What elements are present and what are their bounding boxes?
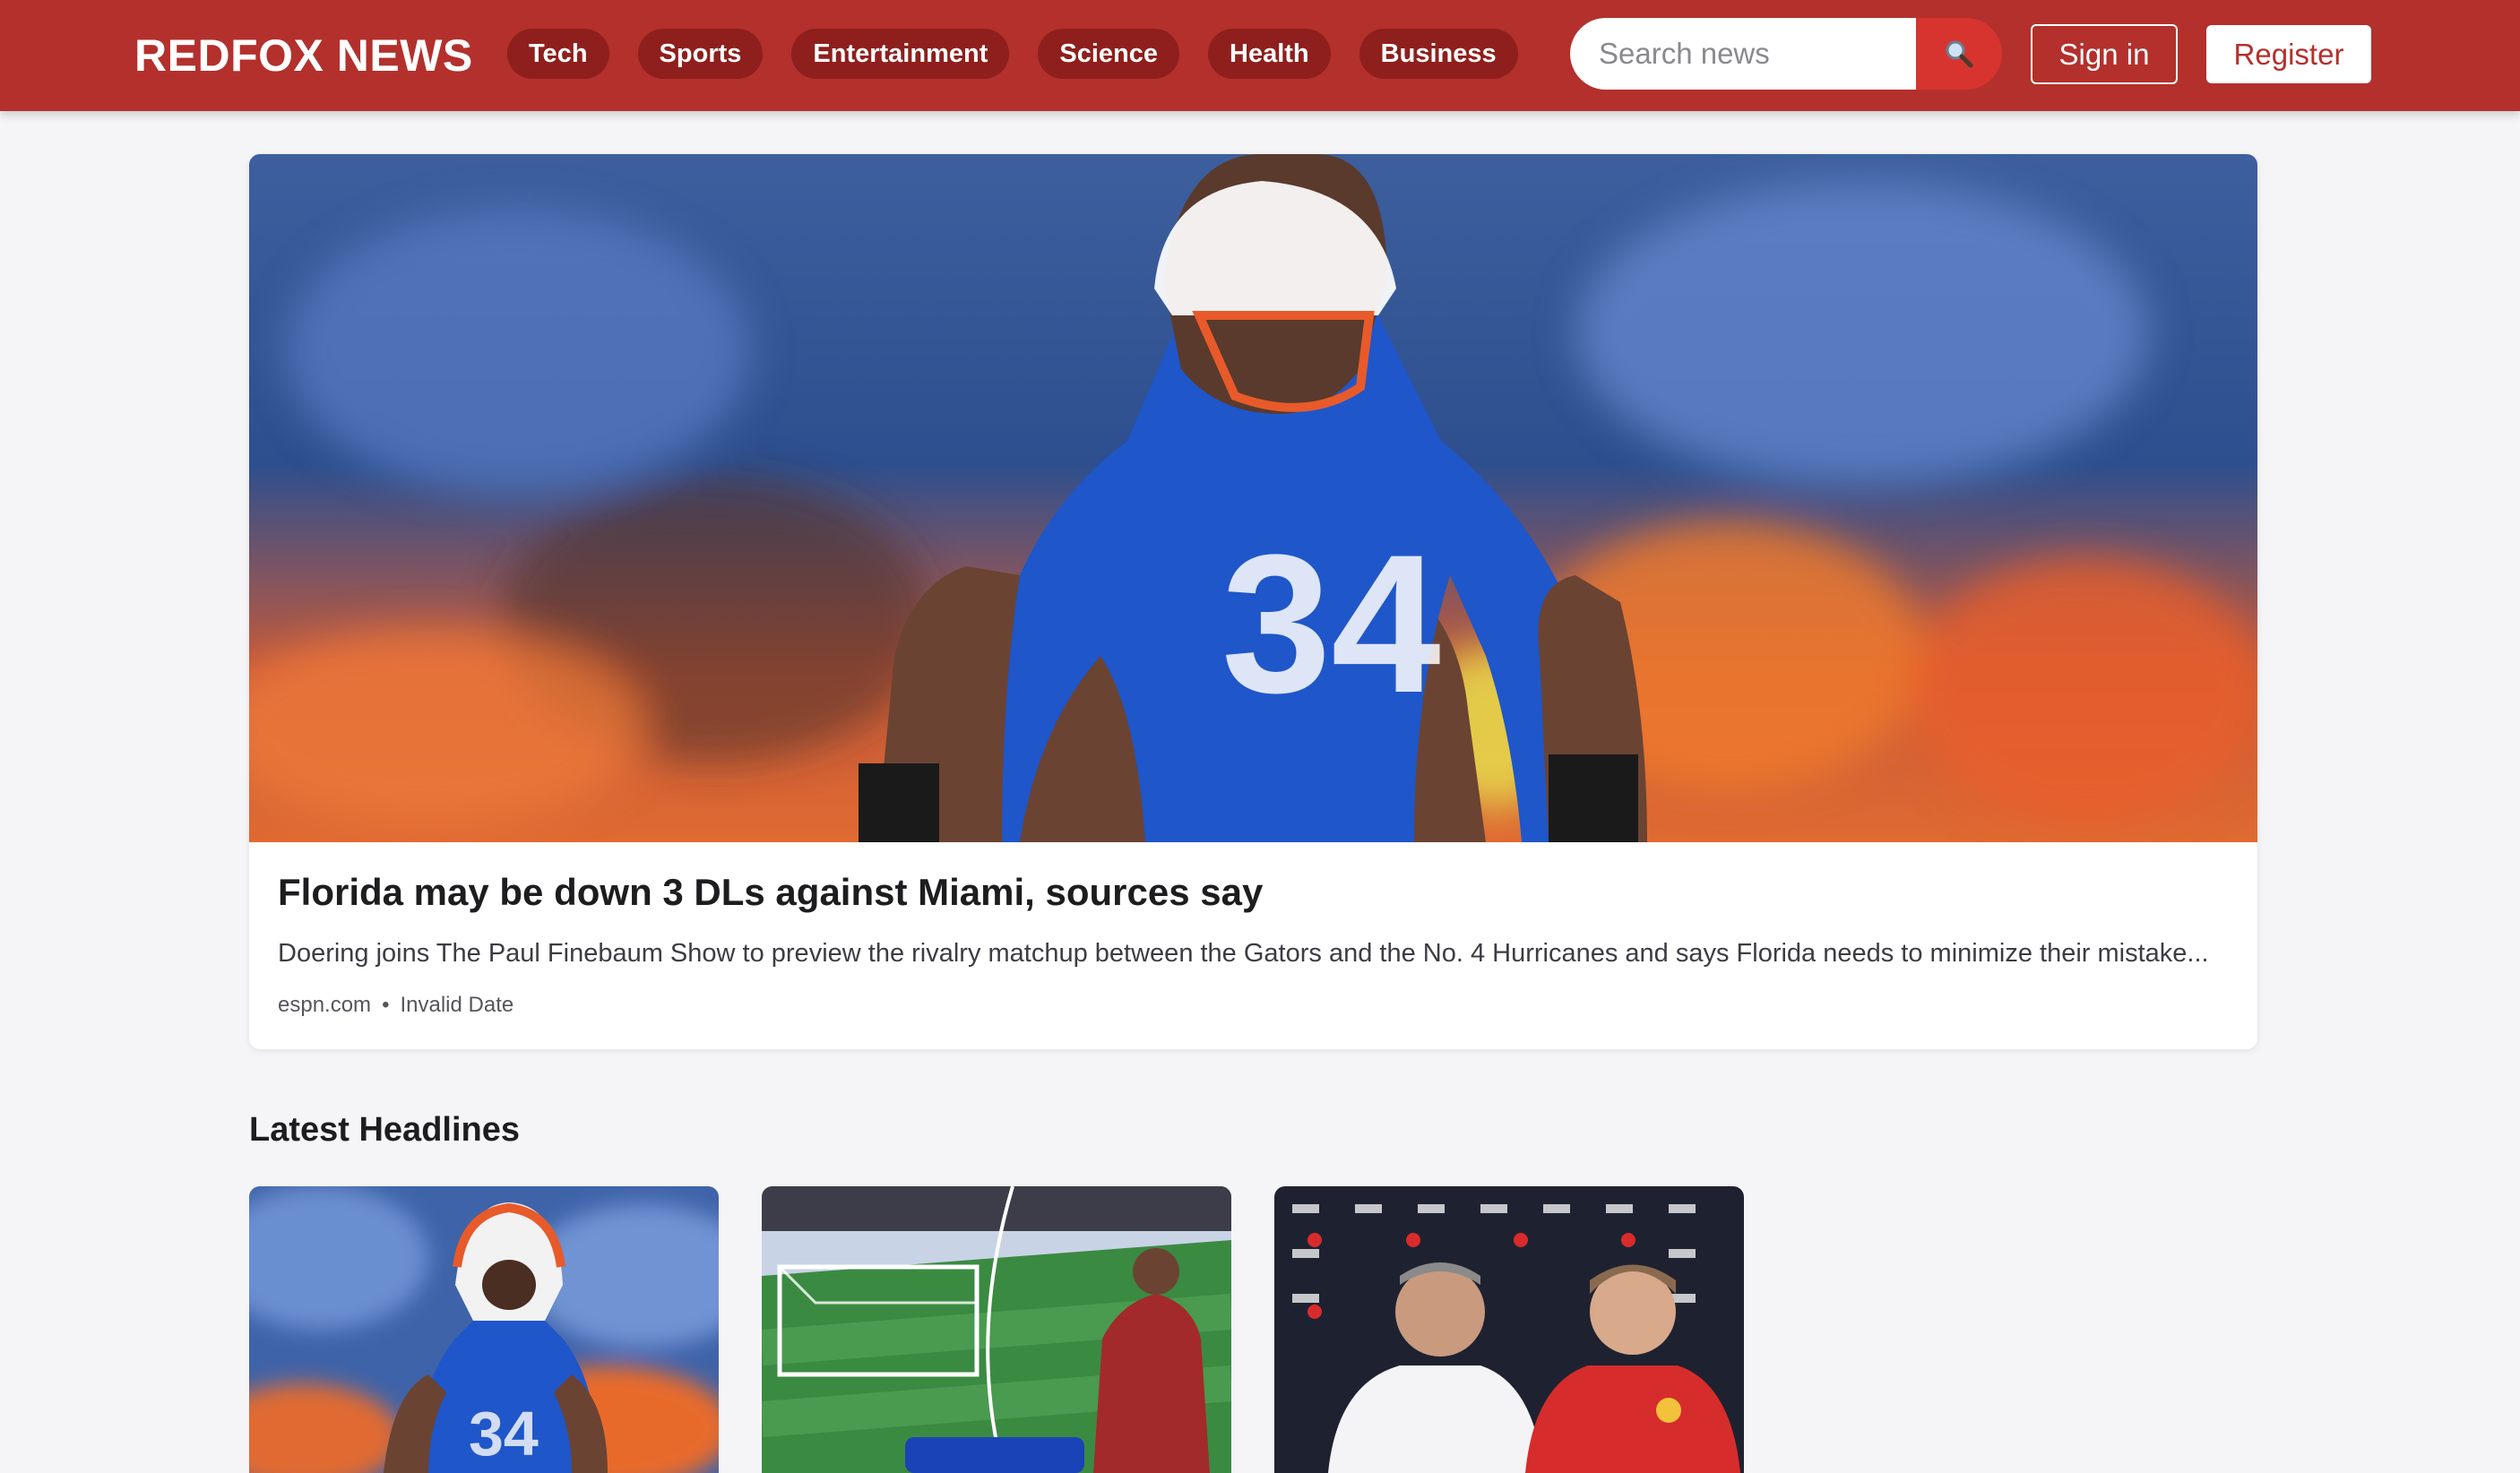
hero-date: Invalid Date	[400, 993, 514, 1017]
card-jersey-number: 34	[469, 1399, 539, 1469]
meta-separator: •	[382, 993, 390, 1017]
category-pill-entertainment[interactable]: Entertainment	[791, 29, 1010, 79]
hero-article-card[interactable]: 34 Florida may be down 3 DLs against Mia…	[249, 154, 2257, 1049]
latest-headlines-list: 34	[249, 1186, 1744, 1473]
search-bar	[1570, 18, 2002, 90]
category-pill-science[interactable]: Science	[1038, 29, 1180, 79]
top-nav: REDFOX NEWS Tech Sports Entertainment Sc…	[0, 0, 2520, 111]
headline-card[interactable]: 34	[249, 1186, 719, 1473]
headline-card[interactable]	[762, 1186, 1231, 1473]
headline-card-image: 34	[249, 1186, 719, 1473]
headline-card-image	[762, 1186, 1231, 1473]
category-pill-tech[interactable]: Tech	[507, 29, 609, 79]
magnifier-icon	[1946, 40, 1973, 68]
category-pill-sports[interactable]: Sports	[637, 29, 764, 79]
hero-title[interactable]: Florida may be down 3 DLs against Miami,…	[278, 871, 1263, 914]
hero-jersey-number: 34	[1221, 513, 1441, 734]
latest-headlines-heading: Latest Headlines	[249, 1111, 520, 1149]
headline-card-image	[1274, 1186, 1744, 1473]
hero-description: Doering joins The Paul Finebaum Show to …	[278, 939, 2209, 968]
category-nav: Tech Sports Entertainment Science Health…	[507, 29, 1518, 79]
headline-card[interactable]	[1274, 1186, 1744, 1473]
register-button[interactable]: Register	[2206, 25, 2371, 83]
hero-source: espn.com	[278, 993, 372, 1017]
sign-in-button[interactable]: Sign in	[2031, 24, 2178, 84]
brand-logo[interactable]: REDFOX NEWS	[134, 0, 473, 111]
hero-image: 34	[249, 154, 2257, 842]
category-pill-business[interactable]: Business	[1359, 29, 1518, 79]
search-input[interactable]	[1570, 18, 1916, 90]
category-pill-health[interactable]: Health	[1208, 29, 1331, 79]
hero-meta: espn.com • Invalid Date	[278, 993, 513, 1018]
search-button[interactable]	[1916, 18, 2002, 90]
